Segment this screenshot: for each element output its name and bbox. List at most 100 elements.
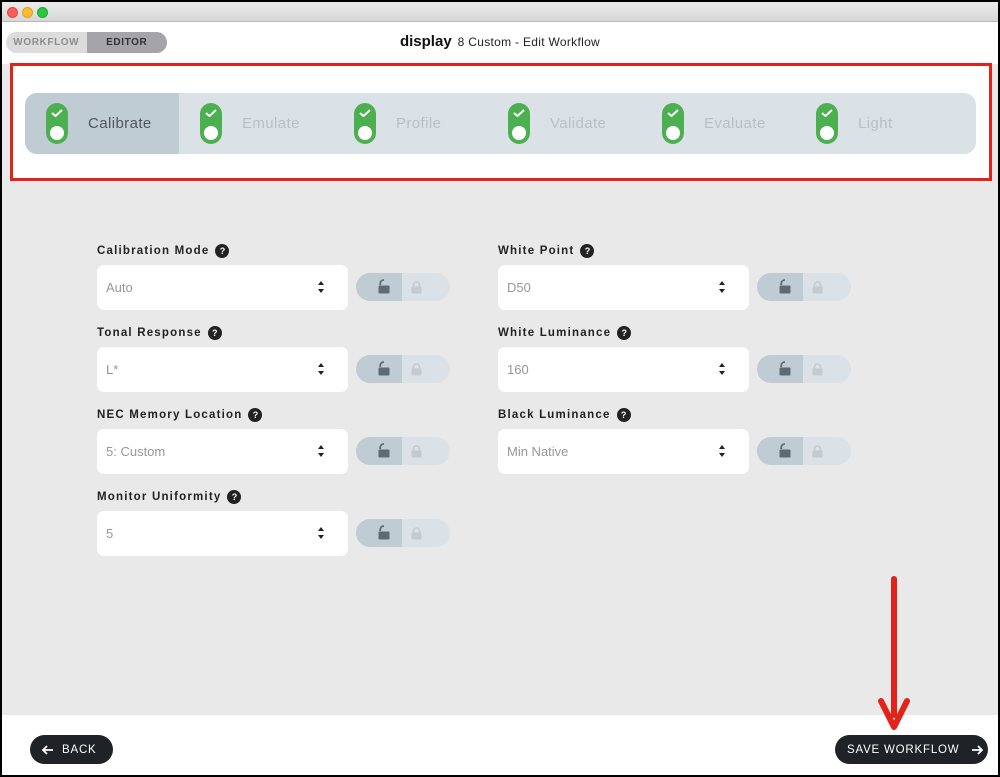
step-calibrate[interactable]: Calibrate xyxy=(25,93,179,154)
lock-toggle[interactable] xyxy=(757,437,851,465)
monitor-uniformity-select[interactable]: 5 xyxy=(97,511,348,556)
page-subtitle: 8 Custom - Edit Workflow xyxy=(457,35,601,49)
check-icon xyxy=(359,109,371,117)
black-luminance-select[interactable]: Min Native xyxy=(498,429,749,474)
select-arrows-icon xyxy=(318,363,324,375)
step-status-badge xyxy=(816,103,838,144)
lock-toggle[interactable] xyxy=(757,355,851,383)
step-status-badge xyxy=(200,103,222,144)
field-label: White Luminance xyxy=(498,327,612,339)
step-toggle-knob xyxy=(666,126,680,140)
help-icon[interactable]: ? xyxy=(248,408,263,422)
unlock-icon xyxy=(779,361,791,376)
field-tonal-response: Tonal Response? L* xyxy=(97,325,450,392)
lock-toggle[interactable] xyxy=(757,273,851,301)
back-button-label: BACK xyxy=(62,743,97,756)
calibrate-settings-form: Calibration Mode? Auto Tonal Response? L… xyxy=(2,181,998,715)
field-label: Monitor Uniformity xyxy=(97,491,222,503)
field-label: Tonal Response xyxy=(97,327,202,339)
lock-icon[interactable] xyxy=(411,527,422,540)
zoom-window-button[interactable] xyxy=(37,7,48,18)
field-label: NEC Memory Location xyxy=(97,409,243,421)
step-label: Light xyxy=(858,115,893,132)
step-label: Calibrate xyxy=(88,115,152,132)
steps-highlight-annotation: Calibrate Emulate Profile Validate Evalu… xyxy=(10,63,992,181)
help-icon[interactable]: ? xyxy=(215,244,230,258)
step-toggle-knob xyxy=(204,126,218,140)
step-status-badge xyxy=(662,103,684,144)
field-white-luminance: White Luminance? 160 xyxy=(498,325,851,392)
check-icon xyxy=(513,109,525,117)
select-value: Auto xyxy=(106,280,133,295)
select-value: 160 xyxy=(507,362,529,377)
white-point-select[interactable]: D50 xyxy=(498,265,749,310)
unlock-icon xyxy=(378,279,390,294)
lock-icon[interactable] xyxy=(812,363,823,376)
back-button[interactable]: BACK xyxy=(30,735,113,764)
save-workflow-button-label: SAVE WORKFLOW xyxy=(847,743,960,756)
tonal-response-select[interactable]: L* xyxy=(97,347,348,392)
select-arrows-icon xyxy=(318,527,324,539)
app-footer: BACK SAVE WORKFLOW xyxy=(2,715,998,775)
select-arrows-icon xyxy=(719,281,725,293)
field-label: White Point xyxy=(498,245,575,257)
field-calibration-mode: Calibration Mode? Auto xyxy=(97,243,450,310)
field-label: Calibration Mode xyxy=(97,245,210,257)
step-toggle-knob xyxy=(820,126,834,140)
step-label: Evaluate xyxy=(704,115,766,132)
lock-toggle[interactable] xyxy=(356,519,450,547)
field-monitor-uniformity: Monitor Uniformity? 5 xyxy=(97,489,450,556)
white-luminance-select[interactable]: 160 xyxy=(498,347,749,392)
check-icon xyxy=(667,109,679,117)
step-emulate[interactable]: Emulate xyxy=(179,93,333,154)
step-label: Validate xyxy=(550,115,607,132)
lock-icon[interactable] xyxy=(812,281,823,294)
help-icon[interactable]: ? xyxy=(227,490,242,504)
red-arrow-annotation xyxy=(878,576,910,730)
lock-toggle[interactable] xyxy=(356,273,450,301)
field-label: Black Luminance xyxy=(498,409,611,421)
lock-toggle[interactable] xyxy=(356,437,450,465)
select-arrows-icon xyxy=(318,445,324,457)
step-status-badge xyxy=(508,103,530,144)
lock-icon[interactable] xyxy=(411,363,422,376)
arrow-left-icon xyxy=(42,744,53,755)
save-workflow-button[interactable]: SAVE WORKFLOW xyxy=(835,735,988,764)
step-evaluate[interactable]: Evaluate xyxy=(641,93,795,154)
calibration-mode-select[interactable]: Auto xyxy=(97,265,348,310)
step-validate[interactable]: Validate xyxy=(487,93,641,154)
help-icon[interactable]: ? xyxy=(580,244,595,258)
field-nec-memory-location: NEC Memory Location? 5: Custom xyxy=(97,407,450,474)
field-black-luminance: Black Luminance? Min Native xyxy=(498,407,851,474)
select-value: D50 xyxy=(507,280,531,295)
check-icon xyxy=(51,109,63,117)
lock-toggle[interactable] xyxy=(356,355,450,383)
help-icon[interactable]: ? xyxy=(616,408,631,422)
lock-icon[interactable] xyxy=(812,445,823,458)
page-heading: display 8 Custom - Edit Workflow xyxy=(2,33,998,51)
step-profile[interactable]: Profile xyxy=(333,93,487,154)
select-arrows-icon xyxy=(318,281,324,293)
step-toggle-knob xyxy=(50,126,64,140)
lock-icon[interactable] xyxy=(411,281,422,294)
step-status-badge xyxy=(46,103,68,144)
help-icon[interactable]: ? xyxy=(617,326,632,340)
help-icon[interactable]: ? xyxy=(207,326,222,340)
app-window: WORKFLOW EDITOR display 8 Custom - Edit W… xyxy=(2,2,998,775)
select-arrows-icon xyxy=(719,363,725,375)
check-icon xyxy=(205,109,217,117)
step-light[interactable]: Light xyxy=(795,93,949,154)
select-value: 5 xyxy=(106,526,114,541)
nec-memory-location-select[interactable]: 5: Custom xyxy=(97,429,348,474)
unlock-icon xyxy=(779,443,791,458)
close-window-button[interactable] xyxy=(7,7,18,18)
select-arrows-icon xyxy=(719,445,725,457)
app-header: WORKFLOW EDITOR display 8 Custom - Edit W… xyxy=(2,22,998,64)
step-toggle-knob xyxy=(358,126,372,140)
page-title: display xyxy=(399,33,452,50)
lock-icon[interactable] xyxy=(411,445,422,458)
step-status-badge xyxy=(354,103,376,144)
minimize-window-button[interactable] xyxy=(22,7,33,18)
unlock-icon xyxy=(779,279,791,294)
arrow-right-icon xyxy=(972,744,984,755)
